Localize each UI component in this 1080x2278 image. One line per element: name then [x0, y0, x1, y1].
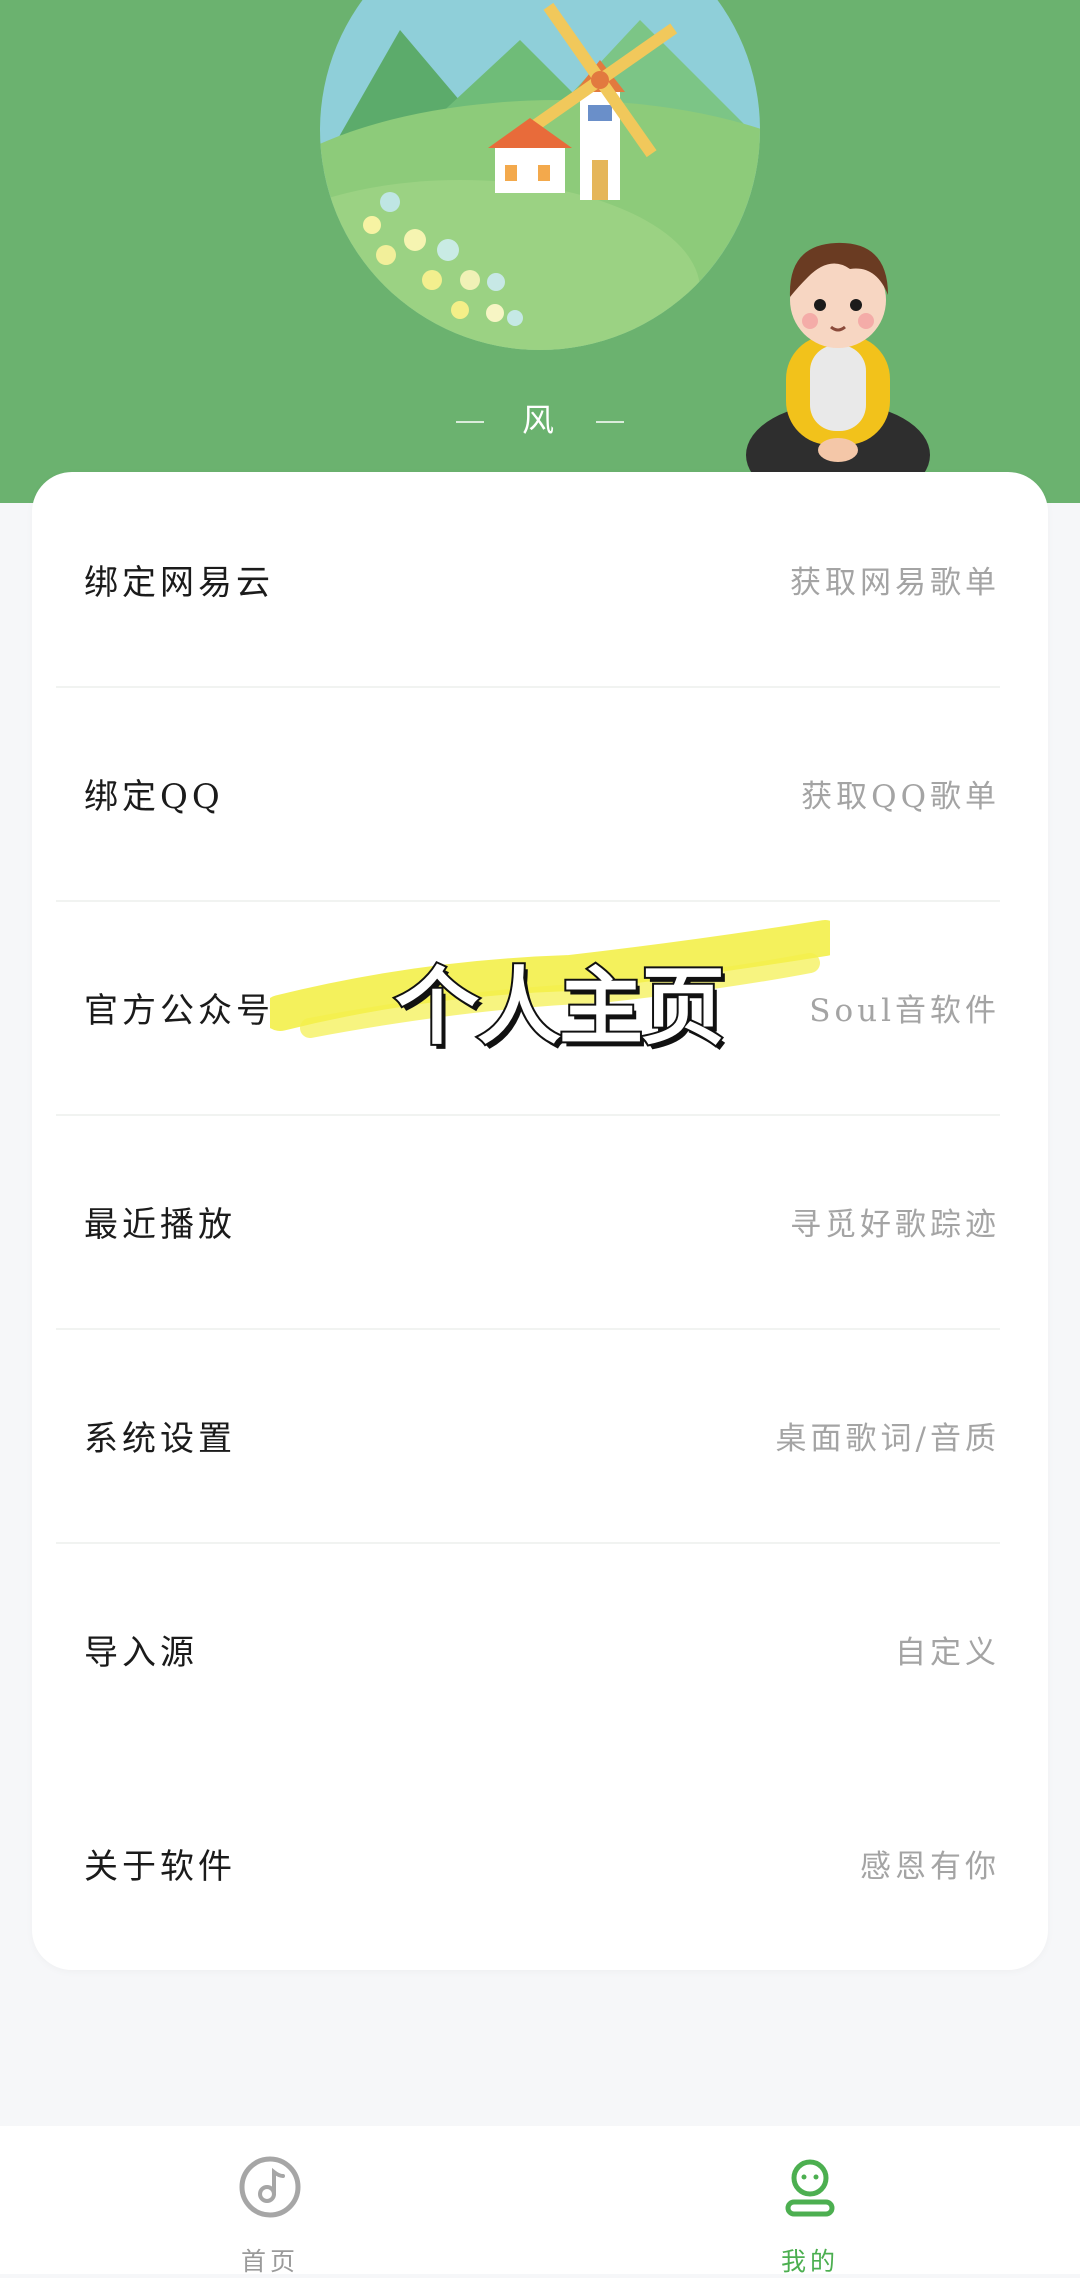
menu-item-label: 绑定网易云 [84, 562, 274, 603]
menu-item-bind-qq[interactable]: 绑定QQ 获取QQ歌单 [56, 686, 1000, 902]
tab-home[interactable]: 首页 [0, 2126, 540, 2276]
menu-item-label: 官方公众号 [84, 990, 274, 1031]
menu-item-hint: Soul音软件 [809, 992, 1000, 1029]
user-icon [785, 2159, 835, 2217]
menu-card: 绑定网易云 获取网易歌单 绑定QQ 获取QQ歌单 官方公众号 Soul音软件 最… [32, 472, 1048, 1970]
tab-home-label: 首页 [240, 2247, 299, 2276]
menu-item-hint: 自定义 [895, 1634, 1000, 1671]
tab-mine[interactable]: 我的 [540, 2126, 1080, 2276]
menu-item-hint: 获取网易歌单 [790, 564, 1000, 601]
music-note-icon [239, 2156, 301, 2218]
menu-item-recent-play[interactable]: 最近播放 寻觅好歌踪迹 [56, 1114, 1000, 1330]
divider-left [455, 421, 484, 423]
menu-item-import-source[interactable]: 导入源 自定义 [56, 1542, 1000, 1756]
menu-item-hint: 获取QQ歌单 [801, 778, 1000, 815]
divider-right [596, 421, 624, 423]
menu-item-label: 最近播放 [84, 1204, 236, 1245]
username: 风 [521, 401, 558, 439]
menu-item-hint: 寻觅好歌踪迹 [790, 1206, 1000, 1243]
menu-item-label: 绑定QQ [84, 776, 224, 817]
menu-item-hint: 桌面歌词/音质 [775, 1420, 1000, 1457]
menu-item-bind-netease[interactable]: 绑定网易云 获取网易歌单 [56, 472, 1000, 688]
menu-item-hint: 感恩有你 [860, 1848, 1000, 1885]
menu-item-system-settings[interactable]: 系统设置 桌面歌词/音质 [56, 1328, 1000, 1544]
menu-item-about[interactable]: 关于软件 感恩有你 [56, 1756, 1000, 1970]
overlay-title: 个人主页 [393, 956, 727, 1058]
menu-item-label: 系统设置 [84, 1418, 236, 1459]
tab-mine-label: 我的 [780, 2247, 839, 2276]
menu-item-label: 导入源 [84, 1632, 198, 1673]
menu-item-label: 关于软件 [84, 1846, 236, 1887]
bottom-tab-bar: 首页 我的 [0, 2126, 1080, 2276]
